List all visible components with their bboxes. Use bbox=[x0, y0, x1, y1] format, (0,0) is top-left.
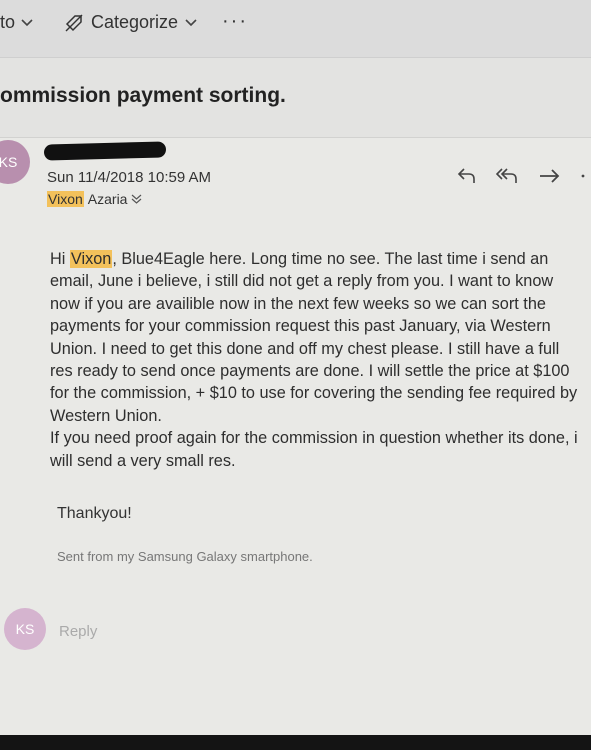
message-signature: Sent from my Samsung Galaxy smartphone. bbox=[57, 549, 313, 564]
move-to-label: to bbox=[0, 12, 16, 32]
message-subject: ommission payment sorting. bbox=[0, 84, 286, 107]
body-main-text: , Blue4Eagle here. Long time no see. The… bbox=[50, 250, 578, 425]
message-body: Hi Vixon, Blue4Eagle here. Long time no … bbox=[50, 248, 578, 472]
more-options-button[interactable]: ··· bbox=[222, 10, 248, 33]
message-actions bbox=[456, 166, 586, 186]
more-actions-icon[interactable] bbox=[580, 166, 586, 186]
recipient-line[interactable]: Vixon Azaria bbox=[47, 191, 142, 207]
chevron-down-icon bbox=[185, 18, 197, 26]
categorize-button[interactable]: Categorize bbox=[64, 12, 197, 33]
expand-recipients-icon[interactable] bbox=[131, 194, 142, 204]
subject-header: ommission payment sorting. bbox=[0, 58, 591, 138]
forward-icon[interactable] bbox=[538, 166, 562, 186]
redacted-sender-name bbox=[43, 141, 167, 161]
greeting-hi: Hi bbox=[50, 250, 66, 268]
body-second-paragraph: If you need proof again for the commissi… bbox=[50, 429, 578, 470]
toolbar: to Categorize ··· bbox=[0, 0, 591, 58]
reply-icon[interactable] bbox=[456, 166, 478, 186]
reply-input[interactable]: Reply bbox=[59, 623, 97, 640]
screen-bottom-bezel bbox=[0, 735, 591, 750]
recipient-last-name: Azaria bbox=[87, 191, 128, 207]
categorize-label: Categorize bbox=[91, 12, 179, 32]
move-to-button[interactable]: to bbox=[0, 12, 33, 33]
reply-avatar: KS bbox=[4, 608, 46, 650]
body-paragraph: Hi Vixon, Blue4Eagle here. Long time no … bbox=[50, 248, 578, 427]
chevron-down-icon bbox=[21, 18, 33, 26]
message-date: Sun 11/4/2018 10:59 AM bbox=[47, 169, 212, 186]
recipient-first-name: Vixon bbox=[47, 191, 84, 207]
greeting-name: Vixon bbox=[69, 250, 113, 268]
message-closing: Thankyou! bbox=[57, 505, 132, 522]
tag-icon bbox=[65, 14, 83, 31]
reply-all-icon[interactable] bbox=[496, 166, 520, 186]
sender-avatar[interactable]: KS bbox=[0, 140, 30, 184]
